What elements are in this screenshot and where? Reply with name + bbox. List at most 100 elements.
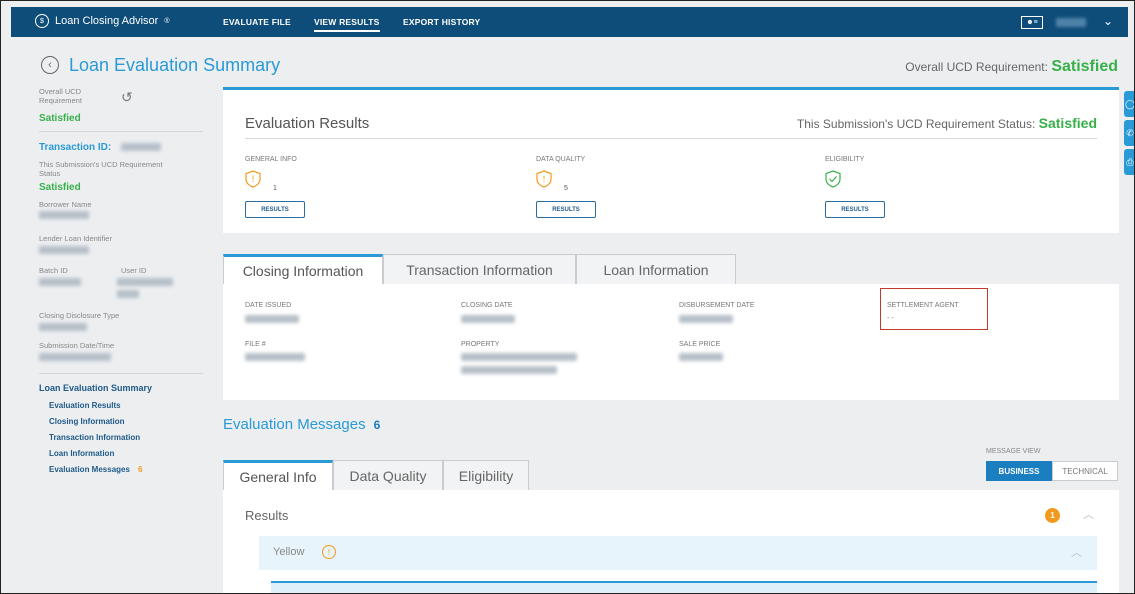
registered-mark: ® (164, 17, 170, 25)
overall-ucd-status: Overall UCD Requirement: Satisfied (905, 58, 1118, 76)
tab-data-quality[interactable]: Data Quality (333, 460, 443, 491)
settlement-agent-highlight (880, 288, 988, 330)
file-number-label: FILE # (245, 341, 266, 348)
results-section-title: Results (245, 508, 289, 523)
date-issued-label: DATE ISSUED (245, 302, 292, 309)
batch-id-redacted (39, 278, 81, 286)
sidebar-messages-count: 6 (138, 465, 143, 474)
submission-status: This Submission's UCD Requirement Status… (797, 115, 1097, 131)
sale-price-redacted (679, 353, 723, 361)
technical-view-toggle[interactable]: TECHNICAL (1052, 461, 1118, 481)
data-quality-results-button[interactable]: RESULTS (536, 201, 596, 218)
info-warning-icon: ! (322, 545, 336, 559)
tab-closing-information[interactable]: Closing Information (223, 254, 383, 284)
overall-ucd-value: Satisfied (1051, 58, 1118, 75)
general-info-results-button[interactable]: RESULTS (245, 201, 305, 218)
data-quality-label: DATA QUALITY (536, 156, 586, 163)
results-count-badge: 1 (1045, 508, 1060, 523)
sidebar-link-transaction-info[interactable]: Transaction Information (49, 433, 140, 442)
sidebar-overall-label: Overall UCD Requirement (39, 87, 82, 105)
evaluation-results-title: Evaluation Results (245, 115, 370, 132)
overall-ucd-label: Overall UCD Requirement: (905, 60, 1048, 74)
nav-evaluate-file[interactable]: EVALUATE FILE (223, 17, 291, 27)
evaluation-messages-title: Evaluation Messages 6 (223, 416, 380, 433)
results-divider (245, 138, 1097, 139)
chevron-down-icon[interactable]: ⌄ (1103, 14, 1113, 28)
nav-export-history[interactable]: EXPORT HISTORY (403, 17, 480, 27)
sidebar-link-loan-info[interactable]: Loan Information (49, 449, 114, 458)
cd-type-label: Closing Disclosure Type (39, 311, 120, 320)
sidebar-link-evaluation-messages[interactable]: Evaluation Messages 6 (49, 465, 143, 474)
nav-view-results[interactable]: VIEW RESULTS (314, 17, 380, 32)
user-id-label: User ID (121, 266, 147, 275)
disbursement-date-redacted (679, 315, 733, 323)
lender-loan-id-label: Lender Loan Identifier (39, 234, 112, 243)
phone-icon[interactable]: ✆ (1124, 120, 1134, 146)
closing-information-panel: DATE ISSUED CLOSING DATE DISBURSEMENT DA… (223, 284, 1119, 400)
sidebar-submission-label: This Submission's UCD Requirement Status (39, 160, 163, 178)
user-name-redacted (1056, 18, 1086, 27)
user-id-redacted-1 (117, 278, 173, 286)
property-line-2-redacted (461, 366, 557, 374)
yellow-group-row[interactable]: Yellow ! ︿ (259, 536, 1097, 570)
batch-id-label: Batch ID (39, 266, 68, 275)
closing-date-redacted (461, 315, 515, 323)
chat-icon[interactable]: ◯ (1124, 91, 1134, 117)
general-info-label: GENERAL INFO (245, 156, 297, 163)
chevron-up-icon[interactable]: ︿ (1083, 506, 1094, 522)
yellow-label: Yellow (273, 546, 305, 558)
borrower-name-label: Borrower Name (39, 200, 92, 209)
evaluation-messages-label: Evaluation Messages (223, 416, 366, 433)
app-name: Loan Closing Advisor (55, 15, 159, 27)
submission-datetime-redacted (39, 353, 111, 361)
transaction-id-redacted (121, 143, 161, 151)
user-id-redacted-2 (117, 290, 139, 298)
check-shield-icon (825, 170, 841, 188)
top-nav-bar: $ Loan Closing Advisor ® EVALUATE FILE VI… (11, 7, 1128, 37)
sidebar-link-closing-info[interactable]: Closing Information (49, 417, 125, 426)
tab-loan-information[interactable]: Loan Information (576, 254, 736, 284)
chevron-up-icon[interactable]: ︿ (1071, 544, 1082, 560)
history-icon[interactable]: ↺ (121, 89, 133, 106)
sidebar-messages-label: Evaluation Messages (49, 465, 130, 474)
sale-price-label: SALE PRICE (679, 341, 721, 348)
sidebar-divider-2 (39, 373, 203, 374)
tab-transaction-information[interactable]: Transaction Information (383, 254, 576, 284)
evaluation-results-card: Evaluation Results This Submission's UCD… (223, 87, 1119, 233)
user-card-icon[interactable]: ☻≡ (1021, 16, 1043, 29)
tab-eligibility[interactable]: Eligibility (443, 460, 529, 491)
message-item-row[interactable] (271, 581, 1097, 593)
submission-status-value: Satisfied (1038, 115, 1097, 131)
back-icon[interactable]: ‹ (41, 56, 59, 74)
page-title: Loan Evaluation Summary (69, 55, 281, 75)
general-info-count: 1 (273, 185, 277, 192)
sidebar-submission-value: Satisfied (39, 182, 81, 193)
app-window: $ Loan Closing Advisor ® EVALUATE FILE VI… (0, 0, 1135, 594)
loan-logo-icon: $ (35, 14, 49, 28)
message-view-label: MESSAGE VIEW (986, 448, 1041, 455)
business-view-toggle[interactable]: BUSINESS (986, 461, 1052, 481)
messages-panel: Results 1 ︿ Yellow ! ︿ (223, 490, 1119, 593)
cd-type-redacted (39, 323, 87, 331)
submission-datetime-label: Submission Date/Time (39, 341, 115, 350)
eligibility-results-button[interactable]: RESULTS (825, 201, 885, 218)
sidebar-overall-value: Satisfied (39, 113, 81, 124)
file-number-redacted (245, 353, 305, 361)
svg-text:!: ! (543, 174, 546, 184)
property-label: PROPERTY (461, 341, 500, 348)
property-line-1-redacted (461, 353, 577, 361)
date-issued-redacted (245, 315, 299, 323)
sidebar-transaction-label: Transaction ID: (39, 142, 112, 153)
settlement-agent-value: - - (887, 315, 894, 322)
lender-loan-id-redacted (39, 246, 89, 254)
sidebar-link-evaluation-results[interactable]: Evaluation Results (49, 401, 121, 410)
sidebar-nav-title[interactable]: Loan Evaluation Summary (39, 383, 152, 393)
evaluation-messages-count: 6 (373, 418, 381, 432)
eligibility-label: ELIGIBILITY (825, 156, 865, 163)
submission-status-label: This Submission's UCD Requirement Status… (796, 117, 1036, 131)
svg-text:!: ! (252, 174, 255, 184)
print-icon[interactable]: ⎙ (1124, 149, 1134, 175)
warning-shield-icon: ! (245, 170, 261, 188)
app-brand[interactable]: $ Loan Closing Advisor ® (35, 14, 170, 28)
tab-general-info[interactable]: General Info (223, 460, 333, 491)
